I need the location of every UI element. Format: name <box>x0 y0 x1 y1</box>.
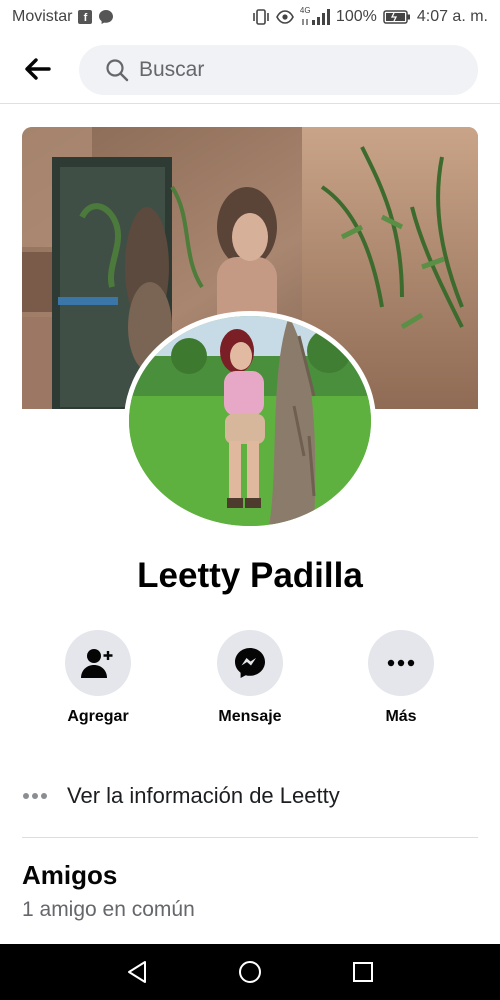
nav-back-button[interactable] <box>109 944 165 1000</box>
see-info-row[interactable]: Ver la información de Leetty <box>22 774 478 818</box>
message-label: Mensaje <box>218 708 282 725</box>
battery-icon <box>383 10 411 24</box>
square-recents-icon <box>353 962 374 982</box>
profile-name: Leetty Padilla <box>137 556 363 595</box>
nav-recents-button[interactable] <box>335 944 391 1000</box>
search-bar[interactable] <box>79 45 478 95</box>
more-dots-icon <box>22 792 67 800</box>
vibrate-icon <box>252 9 270 25</box>
battery-percent: 100% <box>335 8 377 25</box>
back-button[interactable] <box>8 39 68 99</box>
profile-picture[interactable] <box>124 311 376 531</box>
search-input[interactable] <box>139 58 439 82</box>
carrier-name: Movistar <box>12 8 73 25</box>
profile-picture-image <box>129 316 371 526</box>
action-buttons: Agregar Mensaje Más <box>0 630 500 730</box>
add-friend-button[interactable]: Agregar <box>33 630 163 726</box>
more-label: Más <box>385 708 417 725</box>
status-right: 4G 100% 4:07 a. m. <box>252 6 488 26</box>
message-button[interactable]: Mensaje <box>185 630 315 726</box>
facebook-notification-icon: f <box>78 10 93 24</box>
friends-heading: Amigos <box>22 860 118 890</box>
status-left: Movistar f <box>12 8 114 26</box>
add-friend-label: Agregar <box>67 708 129 725</box>
messenger-icon <box>235 648 265 678</box>
search-icon <box>106 59 129 82</box>
more-icon <box>387 659 415 667</box>
circle-home-icon <box>238 961 261 983</box>
clock: 4:07 a. m. <box>416 8 488 25</box>
messenger-notification-icon <box>98 9 114 25</box>
mutual-friends-count[interactable]: 1 amigo en común <box>22 898 195 922</box>
status-bar: Movistar f 4G 100% 4:07 a. m. <box>0 0 500 34</box>
add-friend-circle[interactable] <box>65 630 131 696</box>
system-nav-bar <box>0 944 500 1000</box>
eye-icon <box>276 10 294 24</box>
signal-icon: 4G <box>299 6 330 25</box>
add-friend-icon <box>81 649 113 678</box>
arrow-left-icon <box>25 57 51 80</box>
divider <box>22 837 478 838</box>
more-button[interactable]: Más <box>336 630 466 726</box>
see-info-label: Ver la información de Leetty <box>67 783 340 808</box>
nav-home-button[interactable] <box>222 944 278 1000</box>
network-type: 4G <box>299 6 311 15</box>
message-circle[interactable] <box>217 630 283 696</box>
more-circle[interactable] <box>368 630 434 696</box>
triangle-back-icon <box>127 961 146 983</box>
top-bar <box>0 34 500 104</box>
